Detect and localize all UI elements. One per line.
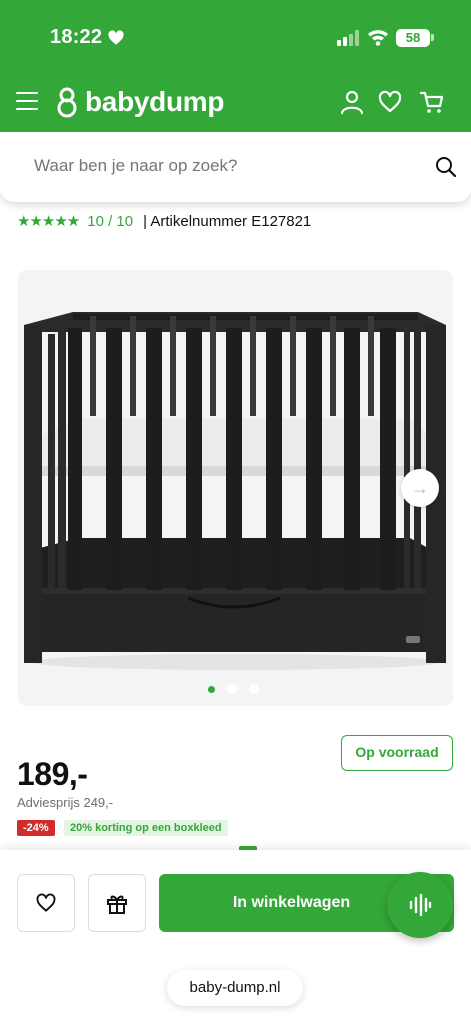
- account-icon[interactable]: [339, 89, 365, 115]
- pagination-dot[interactable]: [227, 684, 237, 694]
- product-rating: ★★★★★ 10 / 10 | Artikelnummer E127821: [17, 212, 312, 231]
- article-number: | Artikelnummer E127821: [143, 212, 312, 230]
- discount-badge: -24%: [17, 820, 55, 836]
- battery-tip: [431, 34, 434, 41]
- cart-icon[interactable]: [419, 89, 445, 115]
- pagination-dot[interactable]: [249, 684, 259, 694]
- product-crib-image: [24, 312, 446, 670]
- top-bar: 18:22 58 babydump: [0, 0, 471, 132]
- status-time: 18:22: [50, 26, 103, 48]
- signal-icon: [337, 30, 359, 46]
- wishlist-icon[interactable]: [377, 89, 403, 115]
- heart-icon: [36, 893, 56, 912]
- advice-price: Adviesprijs 249,-: [17, 795, 114, 810]
- search-input[interactable]: [34, 156, 394, 176]
- promo-badge[interactable]: 20% korting op een boxkleed: [64, 820, 228, 836]
- stock-status-badge: Op voorraad: [341, 735, 453, 771]
- sticky-action-bar: In winkelwagen baby-dump.nl: [0, 850, 471, 1024]
- search-icon[interactable]: [435, 156, 457, 178]
- voice-assistant-button[interactable]: [387, 872, 453, 938]
- browser-url-bar[interactable]: baby-dump.nl: [167, 970, 303, 1006]
- rating-score[interactable]: 10 / 10: [87, 213, 133, 230]
- site-header: babydump: [0, 76, 471, 132]
- battery-indicator: 58: [396, 29, 430, 47]
- rating-stars: ★★★★★: [17, 213, 80, 230]
- site-logo[interactable]: babydump: [55, 84, 224, 120]
- voice-wave-icon: [409, 893, 432, 917]
- search-bar: [0, 132, 471, 202]
- gift-icon: [107, 895, 127, 914]
- heart-status-icon: [108, 30, 124, 45]
- image-pagination: [208, 684, 271, 694]
- next-image-button[interactable]: →: [401, 469, 439, 507]
- menu-icon[interactable]: [16, 92, 38, 112]
- logo-mark-icon: [57, 87, 77, 118]
- logo-text: babydump: [85, 86, 225, 117]
- wishlist-button[interactable]: [17, 874, 75, 932]
- product-price: 189,-: [17, 756, 88, 792]
- arrow-right-icon: →: [411, 477, 429, 498]
- product-image-card[interactable]: [18, 270, 453, 706]
- pagination-dot[interactable]: [208, 686, 215, 693]
- gift-button[interactable]: [88, 874, 146, 932]
- status-bar: 18:22 58: [0, 0, 471, 76]
- wifi-icon: [368, 30, 388, 46]
